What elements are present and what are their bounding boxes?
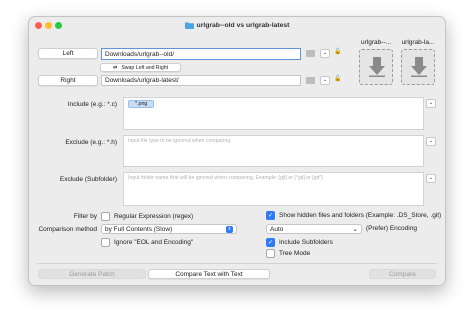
- include-subfolders-label: Include Subfolders: [279, 239, 333, 246]
- chevron-down-icon: ⌄: [428, 175, 434, 181]
- filter-by-label: Filter by: [73, 212, 97, 220]
- unlock-icon[interactable]: 🔓: [334, 75, 341, 82]
- ignore-eol-label: Ignore "EOL and Encoding": [114, 239, 194, 246]
- exclude-label: Exclude (e.g.: *.h): [65, 138, 117, 146]
- swap-icon: ⇄: [112, 64, 118, 71]
- drop-target-left[interactable]: [359, 49, 393, 85]
- regex-checkbox[interactable]: [101, 212, 110, 221]
- app-window: urlgrab--old vs urlgrab-latest Left Down…: [28, 16, 446, 286]
- title-bar: urlgrab--old vs urlgrab-latest: [29, 19, 445, 31]
- comparison-method-value: by Full Contents (Slow): [105, 225, 173, 233]
- include-dropdown[interactable]: ⌄: [426, 99, 436, 108]
- compare-button[interactable]: Compare: [369, 269, 436, 279]
- show-hidden-label: Show hidden files and folders (Example: …: [279, 212, 442, 219]
- chevron-down-icon: ⌄: [428, 100, 434, 106]
- generate-patch-label: Generate Patch: [69, 270, 115, 278]
- right-path-value: Downloads/urlgrab-latest/: [105, 77, 179, 84]
- left-button-label: Left: [62, 50, 74, 57]
- left-history-dropdown[interactable]: ⌄: [320, 49, 330, 58]
- encoding-label: (Prefer) Encoding: [366, 225, 417, 232]
- include-subfolders-checkbox[interactable]: ✓: [266, 238, 275, 247]
- exclude-input[interactable]: [123, 135, 424, 167]
- tree-mode-option[interactable]: Tree Mode: [266, 249, 310, 258]
- generate-patch-button[interactable]: Generate Patch: [38, 269, 146, 279]
- tree-mode-checkbox[interactable]: [266, 249, 275, 258]
- browse-right-icon[interactable]: [306, 77, 315, 84]
- folder-icon: [184, 21, 194, 29]
- comparison-method-select[interactable]: by Full Contents (Slow) ⇕: [101, 224, 237, 234]
- browse-left-icon[interactable]: [306, 50, 315, 57]
- swap-label: Swap Left and Right: [121, 64, 169, 71]
- compare-label: Compare: [389, 270, 416, 278]
- chevron-down-icon: ⌄: [322, 77, 328, 83]
- download-arrow-icon: [369, 57, 385, 77]
- drop-target-right[interactable]: [401, 49, 435, 85]
- left-button[interactable]: Left: [38, 48, 98, 59]
- regex-option[interactable]: Regular Expression (regex): [101, 212, 193, 221]
- exclude-subfolder-input[interactable]: [123, 172, 424, 206]
- comparison-method-label: Comparison method: [38, 225, 97, 233]
- drop-left-label: urlgrab--...: [361, 39, 391, 46]
- tree-mode-label: Tree Mode: [279, 250, 311, 257]
- swap-left-right-button[interactable]: ⇄ Swap Left and Right: [100, 63, 181, 72]
- chevron-down-icon: ⌄: [352, 226, 358, 233]
- right-button-label: Right: [60, 77, 76, 84]
- check-icon: ✓: [267, 239, 274, 246]
- drop-right-label: urlgrab-la...: [401, 39, 435, 46]
- include-input[interactable]: *.png: [123, 97, 424, 130]
- show-hidden-option[interactable]: ✓ Show hidden files and folders (Example…: [266, 211, 441, 220]
- encoding-value: Auto: [270, 225, 284, 233]
- left-path-value: Downloads/urlgrab--old/: [105, 50, 175, 58]
- ignore-eol-option[interactable]: Ignore "EOL and Encoding": [101, 238, 193, 247]
- window-title: urlgrab--old vs urlgrab-latest: [196, 21, 290, 29]
- chevron-down-icon: ⌄: [428, 138, 434, 144]
- regex-label: Regular Expression (regex): [114, 213, 194, 220]
- include-label: Include (e.g.: *.c): [67, 100, 117, 108]
- stepper-icon: ⇕: [226, 225, 233, 233]
- check-icon: ✓: [267, 212, 274, 219]
- include-subfolders-option[interactable]: ✓ Include Subfolders: [266, 238, 333, 247]
- exclude-dropdown[interactable]: ⌄: [426, 137, 436, 146]
- unlock-icon[interactable]: 🔓: [334, 48, 341, 55]
- right-history-dropdown[interactable]: ⌄: [320, 76, 330, 85]
- download-arrow-icon: [411, 57, 427, 77]
- encoding-select[interactable]: Auto ⌄: [266, 224, 362, 234]
- right-path-input[interactable]: Downloads/urlgrab-latest/: [101, 75, 301, 86]
- compare-text-label: Compare Text with Text: [175, 270, 243, 278]
- left-path-input[interactable]: Downloads/urlgrab--old/: [101, 48, 301, 60]
- footer-divider: [37, 263, 437, 264]
- exclude-subfolder-label: Exclude (Subfolder): [59, 175, 117, 183]
- compare-text-button[interactable]: Compare Text with Text: [148, 269, 270, 279]
- exclude-subfolder-dropdown[interactable]: ⌄: [426, 174, 436, 183]
- ignore-eol-checkbox[interactable]: [101, 238, 110, 247]
- chevron-down-icon: ⌄: [322, 50, 328, 56]
- include-token[interactable]: *.png: [128, 100, 155, 108]
- show-hidden-checkbox[interactable]: ✓: [266, 211, 275, 220]
- right-button[interactable]: Right: [38, 75, 98, 86]
